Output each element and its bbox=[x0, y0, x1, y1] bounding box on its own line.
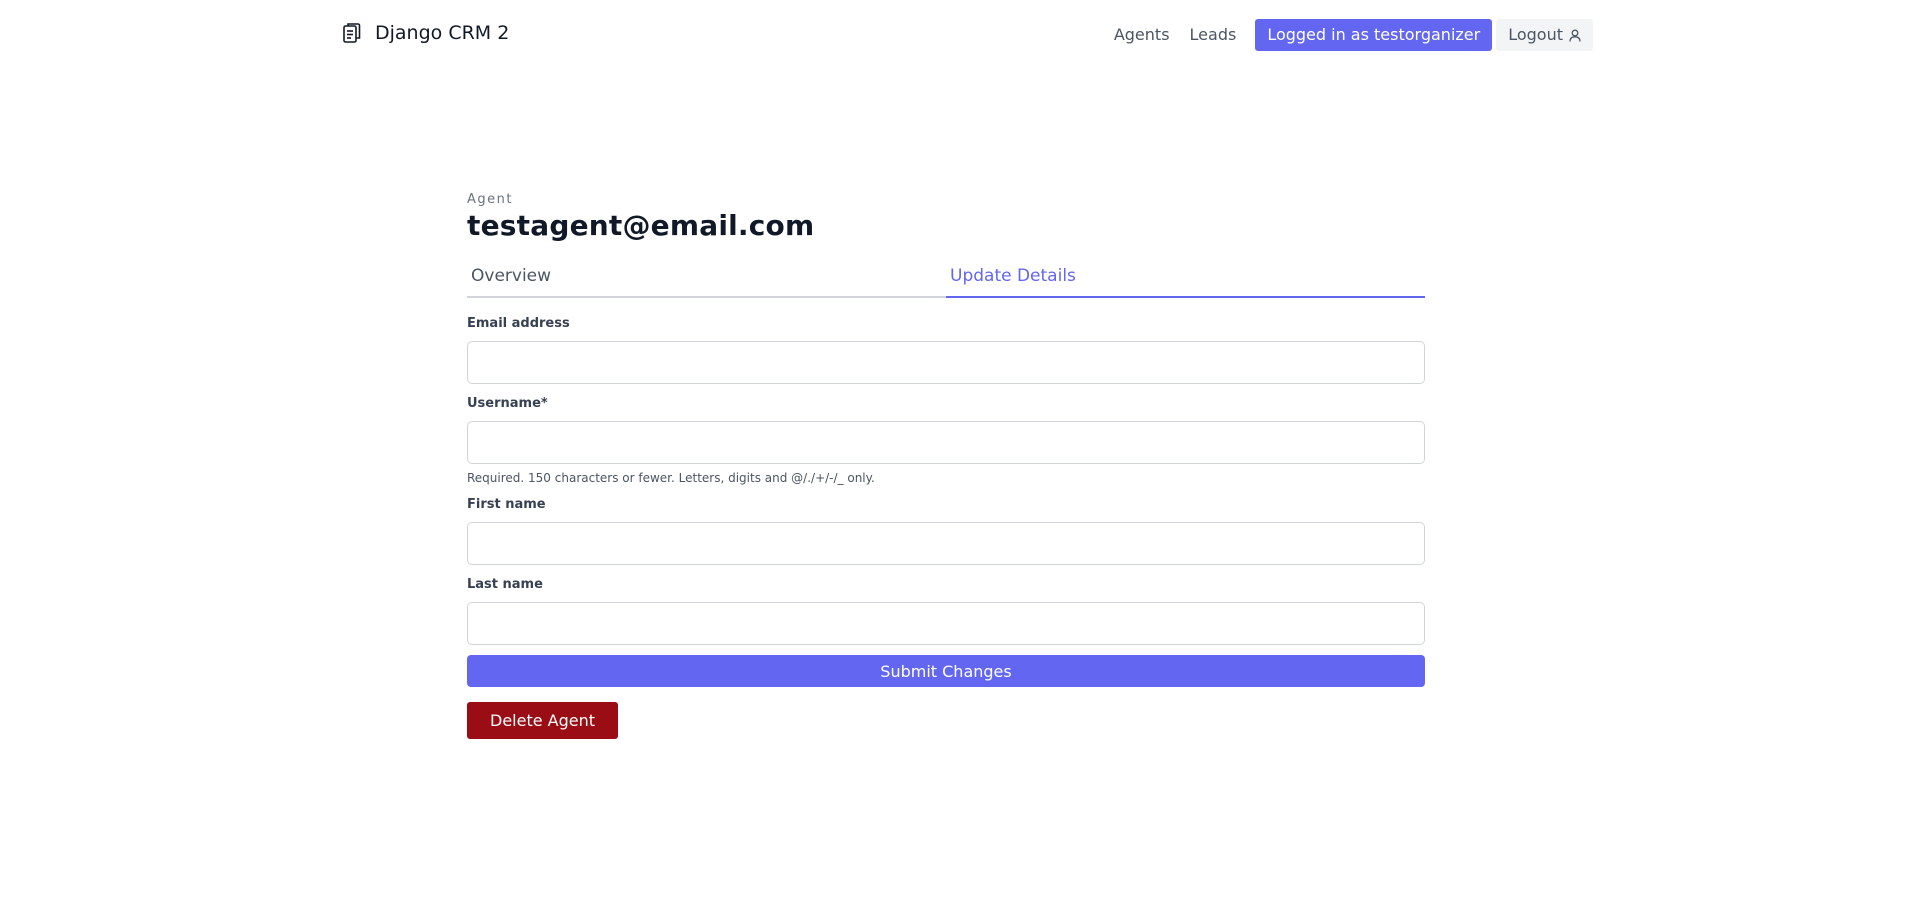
last-name-label: Last name bbox=[467, 577, 543, 592]
nav-leads-link[interactable]: Leads bbox=[1190, 19, 1237, 51]
delete-agent-button[interactable]: Delete Agent bbox=[467, 702, 619, 739]
last-name-field-group: Last name bbox=[467, 577, 1425, 645]
brand-name: Django CRM 2 bbox=[375, 22, 510, 44]
page-title: testagent@email.com bbox=[467, 209, 815, 242]
top-header: Django CRM 2 Agents Leads Logged in as t… bbox=[0, 0, 1920, 72]
email-label: Email address bbox=[467, 316, 570, 331]
first-name-label: First name bbox=[467, 497, 546, 512]
agent-update-form: Email address Username* Required. 150 ch… bbox=[467, 316, 1425, 687]
tab-update-details[interactable]: Update Details bbox=[946, 258, 1425, 298]
top-nav: Agents Leads Logged in as testorganizer … bbox=[1114, 19, 1593, 51]
logged-in-badge[interactable]: Logged in as testorganizer bbox=[1255, 19, 1493, 51]
first-name-input[interactable] bbox=[467, 522, 1425, 565]
email-input[interactable] bbox=[467, 341, 1425, 384]
tab-bar: Overview Update Details bbox=[467, 258, 1425, 298]
submit-changes-button[interactable]: Submit Changes bbox=[467, 655, 1425, 687]
email-field-group: Email address bbox=[467, 316, 1425, 384]
clipboard-icon bbox=[343, 22, 361, 44]
username-help-text: Required. 150 characters or fewer. Lette… bbox=[467, 471, 875, 485]
username-label: Username* bbox=[467, 396, 548, 411]
logout-button[interactable]: Logout bbox=[1496, 19, 1593, 51]
brand[interactable]: Django CRM 2 bbox=[343, 22, 509, 44]
nav-agents-link[interactable]: Agents bbox=[1114, 19, 1170, 51]
last-name-input[interactable] bbox=[467, 602, 1425, 645]
user-icon bbox=[1569, 29, 1581, 42]
main-content: Agent testagent@email.com Overview Updat… bbox=[467, 192, 1425, 739]
username-input[interactable] bbox=[467, 421, 1425, 464]
tab-overview[interactable]: Overview bbox=[467, 258, 946, 298]
username-field-group: Username* Required. 150 characters or fe… bbox=[467, 396, 1425, 485]
first-name-field-group: First name bbox=[467, 497, 1425, 565]
page-eyebrow: Agent bbox=[467, 192, 513, 207]
logout-label: Logout bbox=[1508, 25, 1563, 44]
